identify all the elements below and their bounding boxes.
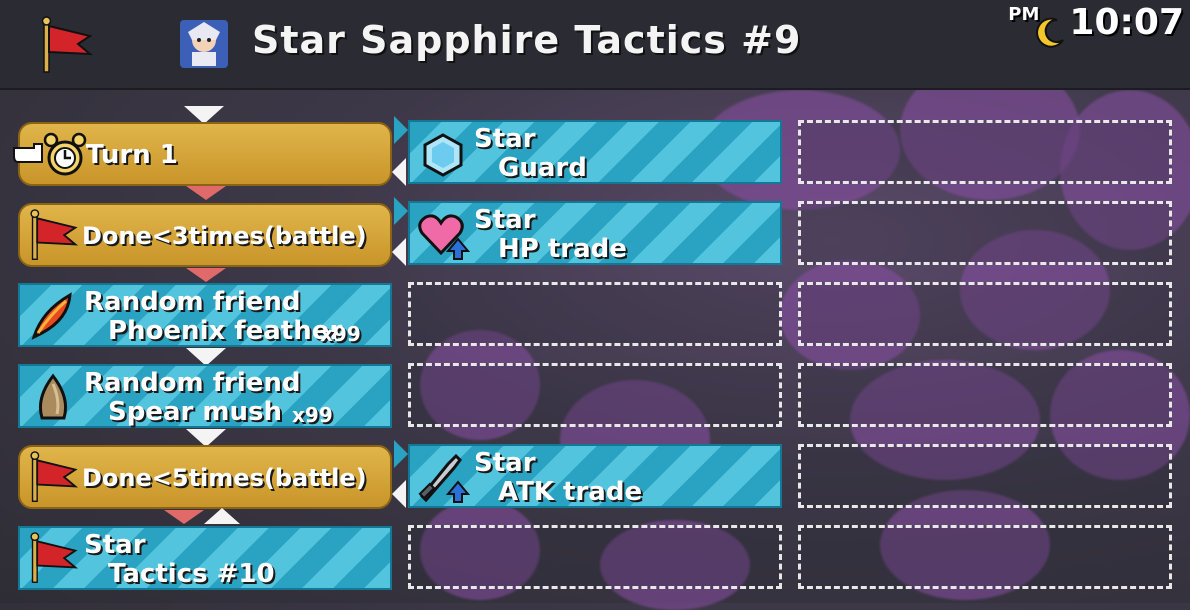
action-slot-5[interactable]: Star ATK trade xyxy=(408,444,782,508)
empty-slot[interactable] xyxy=(408,525,782,589)
condition-slot-2[interactable]: Done<3times(battle) xyxy=(18,203,392,267)
title-bar: Star Sapphire Tactics #9 PM 10:07 xyxy=(0,0,1190,90)
item-count: x99 xyxy=(320,322,361,346)
condition-slot-4[interactable]: Random friend Spear mush x99 xyxy=(18,364,392,428)
clock-time: 10:07 xyxy=(1069,2,1184,43)
alarm-clock-icon xyxy=(43,132,87,176)
condition-label-line1: Random friend xyxy=(84,287,301,317)
empty-slot[interactable] xyxy=(798,282,1172,346)
action-label-line1: Star xyxy=(474,448,536,478)
action-label-line2: ATK trade xyxy=(498,477,643,507)
empty-slot[interactable] xyxy=(408,282,782,346)
empty-slot[interactable] xyxy=(798,525,1172,589)
heart-up-icon xyxy=(418,214,470,260)
action-slot-1[interactable]: Star Guard xyxy=(408,120,782,184)
connector-arrow xyxy=(394,197,408,225)
action-label-line2: HP trade xyxy=(498,234,627,264)
empty-slot[interactable] xyxy=(798,363,1172,427)
flow-arrow xyxy=(204,508,240,524)
connector-arrow xyxy=(394,440,408,468)
flag-icon xyxy=(41,16,93,73)
connector-arrow xyxy=(394,116,408,144)
clock: PM 10:07 xyxy=(1008,2,1184,50)
flow-arrow xyxy=(164,510,204,524)
empty-slot[interactable] xyxy=(798,201,1172,265)
phoenix-feather-icon xyxy=(31,292,72,340)
connector-arrow xyxy=(392,480,406,508)
condition-slot-5[interactable]: Done<5times(battle) xyxy=(18,445,392,509)
shield-gem-icon xyxy=(423,133,463,177)
page-title: Star Sapphire Tactics #9 xyxy=(252,18,802,62)
condition-label-line2: Spear mush xyxy=(108,397,282,427)
item-count: x99 xyxy=(292,403,333,427)
flag-icon xyxy=(30,451,79,502)
condition-label-line2: Phoenix feather xyxy=(108,316,343,346)
action-label-line1: Star xyxy=(474,124,536,154)
condition-slot-1[interactable]: Turn 1 xyxy=(13,122,392,186)
sword-up-icon xyxy=(418,453,470,503)
condition-label-line1: Star xyxy=(84,530,146,560)
empty-slot[interactable] xyxy=(408,363,782,427)
condition-slot-3[interactable]: Random friend Phoenix feather x99 xyxy=(18,283,392,347)
flag-icon xyxy=(30,209,79,260)
condition-slot-6[interactable]: Star Tactics #10 xyxy=(18,526,392,590)
empty-slot[interactable] xyxy=(798,120,1172,184)
moon-icon xyxy=(1036,17,1065,48)
condition-label: Done<3times(battle) xyxy=(82,222,367,250)
action-label-line2: Guard xyxy=(498,153,587,183)
connector-arrow xyxy=(392,238,406,266)
condition-label-line2: Tactics #10 xyxy=(108,559,275,589)
connector-arrow xyxy=(392,158,406,186)
action-slot-2[interactable]: Star HP trade xyxy=(408,201,782,265)
condition-label-line1: Random friend xyxy=(84,368,301,398)
flow-arrow xyxy=(186,268,226,282)
flag-icon xyxy=(30,532,79,583)
condition-label: Done<5times(battle) xyxy=(82,464,367,492)
empty-slot[interactable] xyxy=(798,444,1172,508)
character-portrait-icon xyxy=(180,20,228,68)
condition-label: Turn 1 xyxy=(86,140,178,170)
flow-arrow xyxy=(186,186,226,200)
action-label-line1: Star xyxy=(474,205,536,235)
spear-mushroom-icon xyxy=(38,373,68,420)
